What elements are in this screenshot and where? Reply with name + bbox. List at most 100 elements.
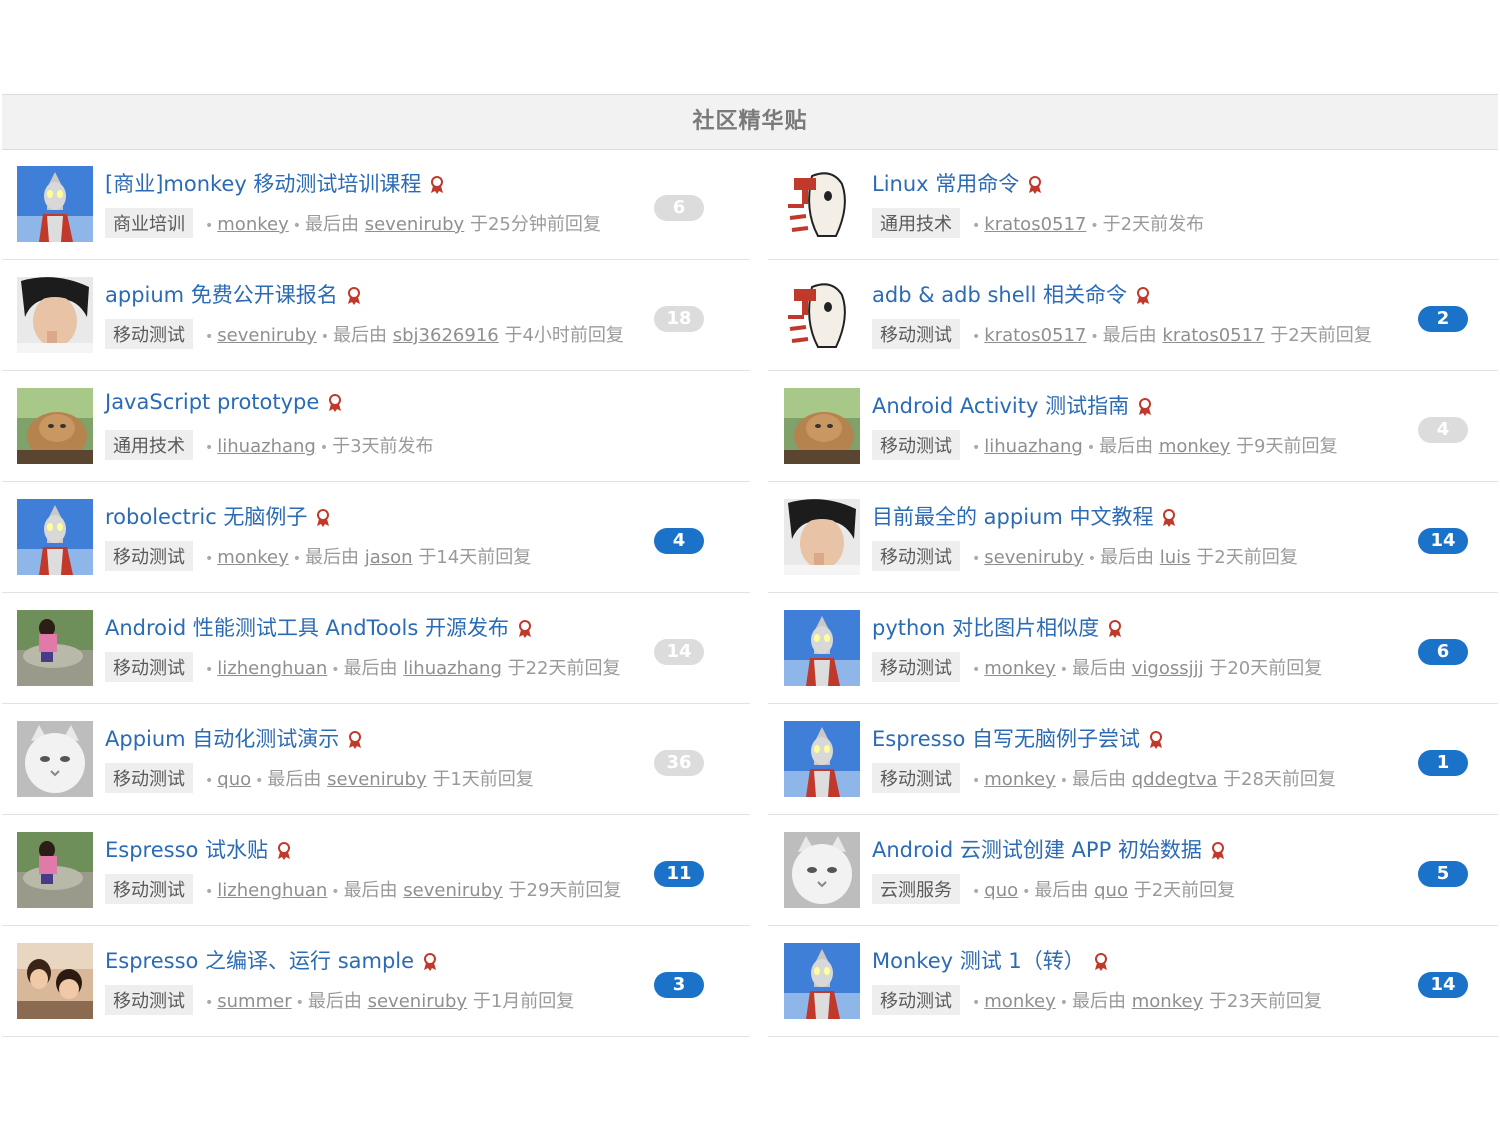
avatar[interactable] xyxy=(784,610,860,686)
avatar[interactable] xyxy=(17,388,93,464)
reply-count-badge[interactable]: 3 xyxy=(654,972,704,998)
author-link[interactable]: monkey xyxy=(217,547,288,568)
author-link[interactable]: kratos0517 xyxy=(984,214,1086,235)
last-reply-user-link[interactable]: quo xyxy=(1094,880,1128,901)
avatar[interactable] xyxy=(784,499,860,575)
topic-title-link[interactable]: python 对比图片相似度 xyxy=(872,616,1099,640)
topic-title-line: adb & adb shell 相关命令 xyxy=(872,279,1151,309)
topic-title-link[interactable]: JavaScript prototype xyxy=(105,390,319,414)
author-link[interactable]: kratos0517 xyxy=(984,325,1086,346)
node-label[interactable]: 移动测试 xyxy=(872,541,960,571)
node-label[interactable]: 云测服务 xyxy=(872,874,960,904)
last-reply-user-link[interactable]: seveniruby xyxy=(368,991,467,1012)
author-link[interactable]: seveniruby xyxy=(984,547,1083,568)
avatar[interactable] xyxy=(784,166,860,242)
topic-item: Espresso 之编译、运行 sample 移动测试 • summer • 最后由 se… xyxy=(2,927,750,1037)
reply-count-badge[interactable]: 1 xyxy=(1418,750,1468,776)
author-link[interactable]: monkey xyxy=(984,769,1055,790)
avatar[interactable] xyxy=(17,832,93,908)
node-label[interactable]: 移动测试 xyxy=(105,652,193,682)
last-reply-user-link[interactable]: monkey xyxy=(1159,436,1230,457)
node-label[interactable]: 移动测试 xyxy=(105,541,193,571)
topic-title-link[interactable]: appium 免费公开课报名 xyxy=(105,283,338,307)
last-reply-user-link[interactable]: kratos0517 xyxy=(1162,325,1264,346)
topic-title-link[interactable]: Espresso 试水贴 xyxy=(105,838,268,862)
last-reply-user-link[interactable]: sbj3626916 xyxy=(393,325,499,346)
time-text: 于1天前回复 xyxy=(432,769,534,790)
reply-count-badge[interactable]: 5 xyxy=(1418,861,1468,887)
avatar[interactable] xyxy=(17,277,93,353)
node-label[interactable]: 移动测试 xyxy=(105,985,193,1015)
author-link[interactable]: monkey xyxy=(984,991,1055,1012)
last-reply-user-link[interactable]: lihuazhang xyxy=(403,658,502,679)
excellent-badge-icon xyxy=(1093,952,1109,972)
node-label[interactable]: 移动测试 xyxy=(105,319,193,349)
topic-title-link[interactable]: Android 性能测试工具 AndTools 开源发布 xyxy=(105,616,509,640)
author-link[interactable]: lizhenghuan xyxy=(217,880,327,901)
node-label[interactable]: 通用技术 xyxy=(872,208,960,238)
avatar[interactable] xyxy=(17,166,93,242)
topic-title-link[interactable]: Appium 自动化测试演示 xyxy=(105,727,339,751)
last-reply-user-link[interactable]: monkey xyxy=(1132,991,1203,1012)
avatar[interactable] xyxy=(784,277,860,353)
author-link[interactable]: seveniruby xyxy=(217,325,316,346)
avatar[interactable] xyxy=(784,943,860,1019)
avatar[interactable] xyxy=(784,388,860,464)
reply-count-badge[interactable]: 6 xyxy=(654,195,704,221)
topic-title-link[interactable]: Android 云测试创建 APP 初始数据 xyxy=(872,838,1202,862)
avatar[interactable] xyxy=(17,943,93,1019)
node-label[interactable]: 移动测试 xyxy=(105,763,193,793)
last-reply-user-link[interactable]: seveniruby xyxy=(327,769,426,790)
reply-count-badge[interactable]: 14 xyxy=(1418,528,1468,554)
topic-title-link[interactable]: Android Activity 测试指南 xyxy=(872,394,1129,418)
separator-dot: • xyxy=(972,551,981,567)
last-reply-user-link[interactable]: qddegtva xyxy=(1132,769,1218,790)
author-link[interactable]: lihuazhang xyxy=(984,436,1083,457)
node-label[interactable]: 移动测试 xyxy=(872,430,960,460)
node-label[interactable]: 通用技术 xyxy=(105,430,193,460)
author-link[interactable]: quo xyxy=(984,880,1018,901)
excellent-badge-icon xyxy=(517,619,533,639)
reply-count-badge[interactable]: 14 xyxy=(654,639,704,665)
topic-title-link[interactable]: Espresso 自写无脑例子尝试 xyxy=(872,727,1140,751)
last-reply-user-link[interactable]: vigossjjj xyxy=(1132,658,1204,679)
last-reply-user-link[interactable]: jason xyxy=(365,547,413,568)
reply-count-badge[interactable]: 4 xyxy=(654,528,704,554)
last-reply-user-link[interactable]: seveniruby xyxy=(365,214,464,235)
topic-title-link[interactable]: adb & adb shell 相关命令 xyxy=(872,283,1127,307)
topic-title-link[interactable]: [商业]monkey 移动测试培训课程 xyxy=(105,172,421,196)
time-text: 于9天前回复 xyxy=(1236,436,1338,457)
node-label[interactable]: 移动测试 xyxy=(872,319,960,349)
avatar[interactable] xyxy=(784,832,860,908)
node-label[interactable]: 移动测试 xyxy=(105,874,193,904)
topic-title-link[interactable]: Espresso 之编译、运行 sample xyxy=(105,949,414,973)
topic-title-link[interactable]: robolectric 无脑例子 xyxy=(105,505,307,529)
topic-title-link[interactable]: Linux 常用命令 xyxy=(872,172,1019,196)
author-link[interactable]: quo xyxy=(217,769,251,790)
author-link[interactable]: monkey xyxy=(217,214,288,235)
author-link[interactable]: monkey xyxy=(984,658,1055,679)
node-label[interactable]: 商业培训 xyxy=(105,208,193,238)
reply-count-badge[interactable]: 18 xyxy=(654,306,704,332)
reply-count-badge[interactable]: 2 xyxy=(1418,306,1468,332)
author-link[interactable]: summer xyxy=(217,991,291,1012)
reply-count-badge[interactable]: 4 xyxy=(1418,417,1468,443)
node-label[interactable]: 移动测试 xyxy=(872,985,960,1015)
reply-count-badge[interactable]: 14 xyxy=(1418,972,1468,998)
reply-count-badge[interactable]: 11 xyxy=(654,861,704,887)
node-label[interactable]: 移动测试 xyxy=(872,652,960,682)
avatar[interactable] xyxy=(17,610,93,686)
reply-count-badge[interactable]: 36 xyxy=(654,750,704,776)
avatar[interactable] xyxy=(17,721,93,797)
avatar[interactable] xyxy=(784,721,860,797)
topic-title-link[interactable]: 目前最全的 appium 中文教程 xyxy=(872,505,1153,529)
author-link[interactable]: lizhenghuan xyxy=(217,658,327,679)
last-reply-user-link[interactable]: luis xyxy=(1160,547,1191,568)
author-link[interactable]: lihuazhang xyxy=(217,436,316,457)
last-reply-user-link[interactable]: seveniruby xyxy=(403,880,502,901)
reply-count-badge[interactable]: 6 xyxy=(1418,639,1468,665)
topic-title-link[interactable]: Monkey 测试 1（转） xyxy=(872,949,1085,973)
row-divider xyxy=(2,592,750,593)
node-label[interactable]: 移动测试 xyxy=(872,763,960,793)
avatar[interactable] xyxy=(17,499,93,575)
